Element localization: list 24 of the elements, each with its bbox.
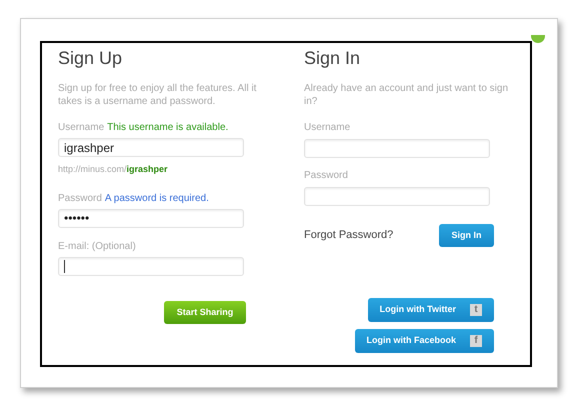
twitter-login-button[interactable]: Login with Twitter t [368, 298, 494, 322]
heading: Sign In [304, 47, 362, 70]
start-sharing-button[interactable]: Start Sharing [164, 300, 246, 324]
password-field[interactable] [304, 187, 490, 206]
profile-url: http://minus.com/igrashper [58, 163, 169, 176]
field-label: Username [58, 121, 104, 135]
password-field[interactable]: •••••• [58, 208, 244, 228]
field-label: E-mail: (Optional) [58, 240, 137, 254]
facebook-login-button[interactable]: Login with Facebook f [354, 329, 494, 353]
username-field[interactable] [304, 139, 490, 158]
field-label: Password [304, 169, 349, 183]
username-field[interactable]: igrashper [58, 138, 244, 157]
twitter-icon: t [470, 304, 482, 316]
status-message: A password is required. [104, 192, 209, 206]
status-message: This username is available. [107, 121, 228, 135]
field-label: Username [304, 121, 352, 135]
intro-text: Sign up for free to enjoy all the features. All it takes is a username and password. [58, 82, 258, 108]
sign-in-button[interactable]: Sign In [439, 224, 494, 247]
facebook-icon: f [470, 335, 482, 347]
forgot-password-link[interactable]: Forgot Password? [304, 227, 394, 244]
field-label: Password [58, 192, 102, 206]
email-field[interactable] [58, 256, 244, 276]
heading: Sign Up [58, 47, 124, 70]
intro-text: Already have an account and just want to sign in? [304, 82, 510, 108]
